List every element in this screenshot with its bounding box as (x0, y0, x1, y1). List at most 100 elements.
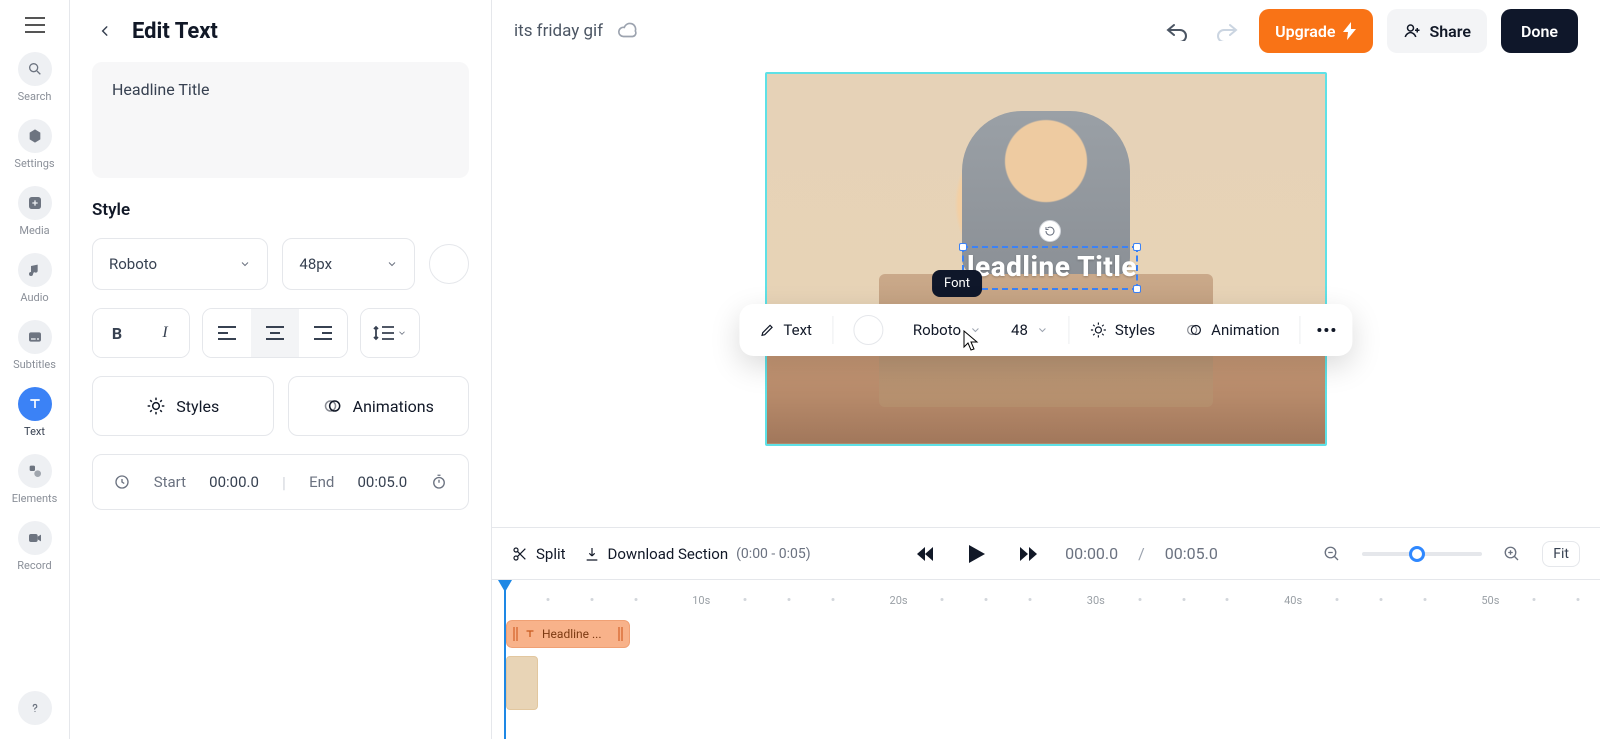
headline-text[interactable]: leadline Title (967, 250, 1137, 283)
float-color-button[interactable] (839, 310, 897, 350)
fit-button[interactable]: Fit (1542, 541, 1580, 567)
user-plus-icon (1403, 22, 1421, 40)
animations-button[interactable]: Animations (288, 376, 470, 436)
float-text-button[interactable]: Text (745, 310, 826, 350)
rail-settings[interactable]: Settings (5, 113, 65, 176)
text-icon (524, 628, 536, 640)
left-rail: Search Settings Media Audio Subtitles (0, 0, 70, 739)
chevron-down-icon (397, 328, 407, 338)
canvas-stage: leadline Title Font Text Roboto 48 (492, 62, 1600, 527)
bold-button[interactable]: B (93, 309, 141, 357)
align-left-button[interactable] (203, 309, 251, 357)
scissors-icon (512, 546, 528, 562)
chevron-down-icon (969, 324, 981, 336)
transport-bar: Split Download Section (0:00 - 0:05) (492, 527, 1600, 579)
italic-button[interactable]: I (141, 309, 189, 357)
float-size-select[interactable]: 48 (997, 310, 1062, 350)
text-input[interactable]: Headline Title (92, 62, 469, 178)
done-button[interactable]: Done (1501, 9, 1578, 53)
back-button[interactable] (92, 18, 118, 44)
chevron-down-icon (1036, 324, 1048, 336)
sun-icon (146, 396, 166, 416)
download-range: (0:00 - 0:05) (736, 546, 810, 562)
hamburger-icon[interactable] (18, 8, 52, 42)
text-clip[interactable]: Headline ... (506, 620, 630, 648)
clock-icon (113, 473, 131, 491)
timing-row: Start 00:00.0 | End 00:05.0 (92, 454, 469, 510)
line-height-button[interactable] (361, 309, 419, 357)
redo-button[interactable] (1209, 13, 1245, 49)
split-button[interactable]: Split (512, 545, 566, 563)
stopwatch-icon (430, 473, 448, 491)
ruler-tick: 10s (692, 594, 710, 607)
clip-grip[interactable] (513, 627, 518, 641)
rail-elements[interactable]: Elements (5, 448, 65, 511)
skip-forward-button[interactable] (1013, 538, 1045, 570)
rail-label: Text (24, 425, 45, 438)
font-select[interactable]: Roboto (92, 238, 268, 290)
rail-search[interactable]: Search (5, 46, 65, 109)
media-clip[interactable] (506, 656, 538, 710)
settings-icon (18, 119, 52, 153)
color-swatch[interactable] (429, 244, 469, 284)
subtitles-icon (18, 320, 52, 354)
top-bar: its friday gif Upgrade Share Done (492, 0, 1600, 62)
resize-handle[interactable] (959, 243, 967, 251)
rail-audio[interactable]: Audio (5, 247, 65, 310)
time-sep: / (1138, 544, 1145, 563)
animation-icon (1185, 321, 1203, 339)
skip-back-button[interactable] (909, 538, 941, 570)
zoom-slider[interactable] (1362, 552, 1482, 556)
play-button[interactable] (961, 538, 993, 570)
size-select[interactable]: 48px (282, 238, 415, 290)
rotate-handle[interactable] (1039, 220, 1061, 242)
share-button[interactable]: Share (1387, 9, 1487, 53)
project-name[interactable]: its friday gif (514, 21, 603, 41)
help-button[interactable] (18, 691, 52, 725)
pencil-icon (759, 322, 775, 338)
edit-text-panel: Edit Text Headline Title Style Roboto 48… (70, 0, 492, 739)
float-styles-button[interactable]: Styles (1075, 310, 1169, 350)
start-value[interactable]: 00:00.0 (209, 473, 259, 491)
canvas[interactable]: leadline Title Font Text Roboto 48 (765, 72, 1327, 446)
zoom-out-button[interactable] (1316, 538, 1348, 570)
align-group (202, 308, 348, 358)
cloud-sync-icon[interactable] (617, 20, 639, 42)
upgrade-button[interactable]: Upgrade (1259, 9, 1373, 53)
rail-subtitles[interactable]: Subtitles (5, 314, 65, 377)
slider-thumb[interactable] (1409, 546, 1425, 562)
styles-button[interactable]: Styles (92, 376, 274, 436)
float-text-label: Text (783, 321, 812, 339)
timeline[interactable]: 10s 20s 30s 40s 50s Headline ... (492, 579, 1600, 739)
float-font-select[interactable]: Roboto (899, 310, 995, 350)
style-heading: Style (92, 200, 469, 220)
rail-media[interactable]: Media (5, 180, 65, 243)
undo-button[interactable] (1159, 13, 1195, 49)
sun-icon (1089, 321, 1107, 339)
float-more-button[interactable] (1307, 310, 1347, 350)
done-label: Done (1521, 22, 1558, 41)
rail-label: Elements (12, 492, 58, 505)
float-size-value: 48 (1011, 321, 1028, 339)
shapes-icon (18, 454, 52, 488)
float-styles-label: Styles (1115, 321, 1155, 339)
float-animation-button[interactable]: Animation (1171, 310, 1293, 350)
line-height-group (360, 308, 420, 358)
floating-toolbar: Text Roboto 48 Styles (739, 304, 1352, 356)
rail-text[interactable]: Text (5, 381, 65, 444)
clip-grip[interactable] (618, 627, 623, 641)
resize-handle[interactable] (1133, 285, 1141, 293)
fit-label: Fit (1553, 546, 1569, 562)
float-font-value: Roboto (913, 321, 961, 339)
animation-icon (323, 396, 343, 416)
rail-record[interactable]: Record (5, 515, 65, 578)
zoom-in-button[interactable] (1496, 538, 1528, 570)
rail-label: Settings (14, 157, 54, 170)
align-center-button[interactable] (251, 309, 299, 357)
align-right-button[interactable] (299, 309, 347, 357)
end-value[interactable]: 00:05.0 (357, 473, 407, 491)
search-icon (18, 52, 52, 86)
font-value: Roboto (109, 255, 157, 273)
download-section-button[interactable]: Download Section (0:00 - 0:05) (584, 545, 811, 563)
upgrade-label: Upgrade (1275, 22, 1335, 41)
